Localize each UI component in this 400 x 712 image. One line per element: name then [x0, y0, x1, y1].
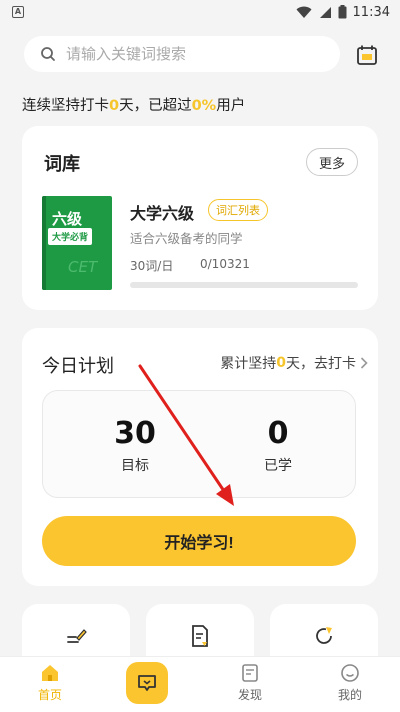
status-right: 11:34 [296, 5, 390, 20]
refresh-arrow-icon [316, 627, 332, 644]
top-row [0, 36, 400, 74]
status-left: A [12, 6, 24, 18]
wifi-icon [296, 6, 312, 18]
goal-stat: 30 目标 [85, 417, 185, 475]
streak-middle: 天，已超过 [119, 98, 192, 114]
streak-prefix: 连续坚持打卡 [22, 98, 109, 114]
signal-icon [319, 6, 331, 18]
book-name[interactable]: 大学六级 [130, 200, 194, 224]
app-notification-icon: A [12, 6, 24, 18]
streak-percent: 0% [191, 98, 217, 114]
nav-home-label: 首页 [37, 688, 62, 702]
start-learning-button[interactable]: 开始学习! [42, 516, 356, 566]
checkin-days: 0 [276, 355, 286, 371]
book-cover[interactable]: 六级 大学必背 CET [42, 196, 112, 290]
progress-bar [130, 282, 358, 288]
streak-days: 0 [109, 98, 120, 114]
calendar-icon[interactable] [356, 44, 378, 66]
goal-label: 目标 [121, 458, 149, 474]
status-bar: A 11:34 [0, 0, 400, 24]
learned-value: 0 [267, 416, 289, 451]
battery-icon [338, 5, 347, 19]
nav-discover[interactable]: 发现 [210, 663, 290, 703]
nav-discover-label: 发现 [237, 688, 262, 702]
checkin-prefix: 累计坚持 [220, 356, 277, 372]
home-icon [42, 665, 58, 681]
progress-text: 0/10321 [200, 257, 250, 271]
bottom-nav: 首页 发现 我的 [0, 656, 400, 712]
plan-title: 今日计划 [42, 356, 114, 377]
book-cover-tag: 大学必背 [48, 228, 93, 245]
search-input[interactable] [66, 45, 316, 63]
plan-card: 今日计划 累计坚持 0 天，去打卡 30 目标 0 已学 开始学习! [22, 328, 378, 586]
nav-home[interactable]: 首页 [10, 663, 90, 703]
streak-suffix: 用户 [216, 98, 246, 114]
pen-icon [67, 629, 87, 643]
document-icon [192, 625, 208, 647]
chevron-right-icon [360, 357, 368, 369]
book-cover-mark: CET [68, 258, 98, 276]
profile-smile-icon [341, 664, 359, 682]
vocab-card: 词库 更多 六级 大学必背 CET 大学六级 词汇列表 适合六级备考的同学 30… [22, 126, 378, 310]
learned-label: 已学 [264, 458, 292, 474]
center-chat-button[interactable] [126, 662, 168, 704]
search-icon [41, 47, 55, 61]
stats-box: 30 目标 0 已学 [42, 390, 356, 498]
vocab-title: 词库 [44, 154, 80, 175]
word-list-button[interactable]: 词汇列表 [208, 199, 268, 221]
message-icon [138, 675, 156, 691]
nav-mine-label: 我的 [337, 688, 362, 702]
daily-word-count: 30词/日 [130, 259, 174, 273]
learned-stat: 0 已学 [228, 417, 328, 475]
book-description: 适合六级备考的同学 [130, 231, 243, 246]
discover-icon [242, 664, 258, 682]
book-spine [42, 196, 46, 290]
search-bar[interactable] [24, 36, 340, 72]
status-time: 11:34 [352, 4, 390, 20]
streak-summary: 连续坚持打卡0天，已超过0%用户 [22, 94, 245, 115]
goal-value: 30 [114, 416, 156, 451]
nav-mine[interactable]: 我的 [310, 663, 390, 703]
checkin-link[interactable]: 累计坚持 0 天，去打卡 [220, 353, 368, 373]
more-button[interactable]: 更多 [306, 148, 358, 176]
book-cover-title: 六级 [52, 210, 83, 228]
checkin-suffix: 天，去打卡 [286, 356, 356, 372]
